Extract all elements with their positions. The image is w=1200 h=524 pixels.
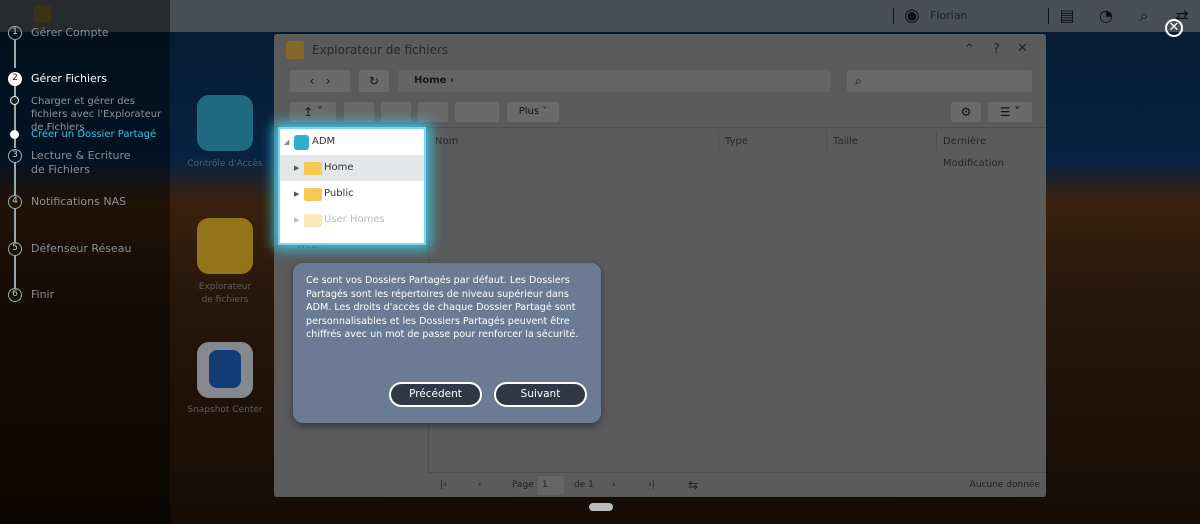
dock-handle[interactable] — [589, 503, 613, 511]
previous-button[interactable]: Précédent — [389, 382, 482, 407]
user-name[interactable]: Florian — [930, 9, 967, 22]
close-tutorial-icon[interactable]: ✕ — [1165, 19, 1183, 37]
next-button[interactable]: Suivant — [494, 382, 587, 407]
tree-item-user-homes[interactable]: ▶ User Homes — [280, 207, 424, 233]
adm-icon — [294, 135, 309, 150]
user-avatar-icon[interactable]: ◉ — [902, 6, 922, 26]
notifications-icon[interactable]: ▤ — [1057, 6, 1077, 26]
tree-root-adm[interactable]: ◢ ADM — [280, 129, 424, 155]
tutorial-tooltip: Ce sont vos Dossiers Partagés par défaut… — [293, 263, 601, 423]
tutorial-overlay — [0, 0, 1200, 524]
wizard-sidebar: 1 Gérer Compte 2 Gérer Fichiers Charger et… — [0, 0, 170, 524]
tree-item-public[interactable]: ▶ Public — [280, 181, 424, 207]
tooltip-text: Ce sont vos Dossiers Partagés par défaut… — [306, 275, 579, 340]
folder-icon — [304, 188, 322, 201]
top-bar: ◉ Florian ▤ ◔ ⌕ ⇄ — [0, 0, 1200, 32]
folder-icon — [304, 214, 322, 227]
dashboard-icon[interactable]: ◔ — [1096, 6, 1116, 26]
folder-icon — [304, 162, 322, 175]
shared-folder-tree: ◢ ADM ▶ Home ▶ Public ▶ User Homes — [278, 127, 426, 245]
substep-dot — [10, 96, 19, 105]
substep-create-shared-folder[interactable]: Créer un Dossier Partagé — [31, 128, 171, 141]
tree-item-home[interactable]: ▶ Home — [280, 155, 424, 181]
search-icon[interactable]: ⌕ — [1134, 6, 1154, 26]
substep-dot-active — [10, 130, 19, 139]
